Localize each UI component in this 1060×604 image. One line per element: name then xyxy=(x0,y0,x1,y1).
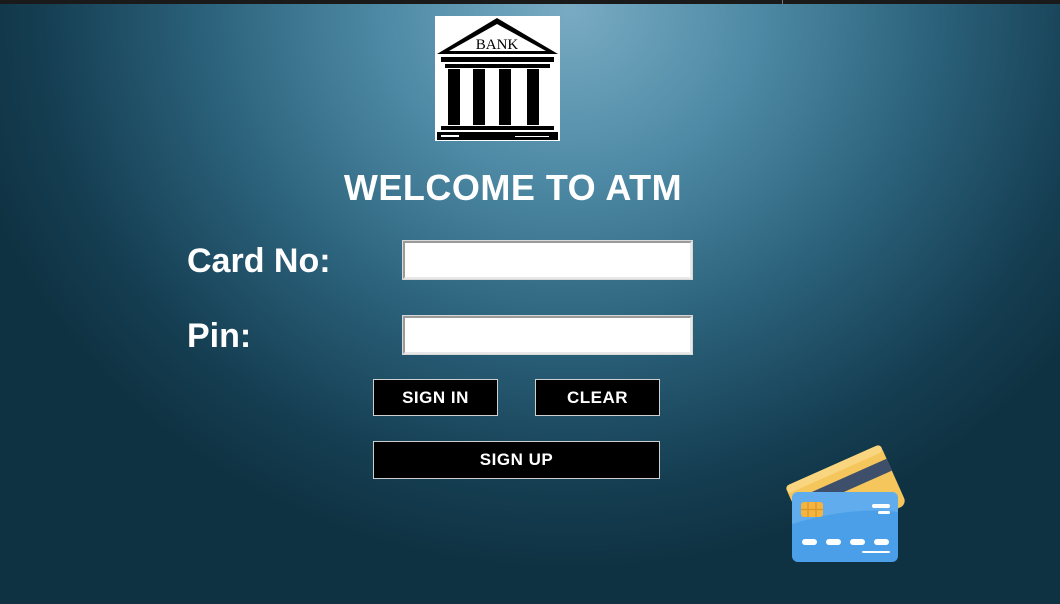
credit-cards-icon xyxy=(786,445,905,562)
pin-label: Pin: xyxy=(187,317,252,355)
credit-cards-illustration xyxy=(782,440,914,568)
logo-bank-text: BANK xyxy=(476,37,519,53)
card-number-label: Card No: xyxy=(187,242,331,280)
card-number-input[interactable] xyxy=(402,240,693,280)
bank-logo: BANK xyxy=(435,16,560,141)
sign-up-button[interactable]: SIGN UP xyxy=(373,441,660,479)
bank-building-icon: BANK xyxy=(435,16,560,141)
page-title: WELCOME TO ATM xyxy=(343,167,683,208)
pin-input[interactable] xyxy=(402,315,693,355)
sign-in-button[interactable]: SIGN IN xyxy=(373,379,498,416)
clear-button[interactable]: CLEAR xyxy=(535,379,660,416)
window-top-divider xyxy=(782,0,783,4)
window-top-strip xyxy=(0,0,1060,4)
